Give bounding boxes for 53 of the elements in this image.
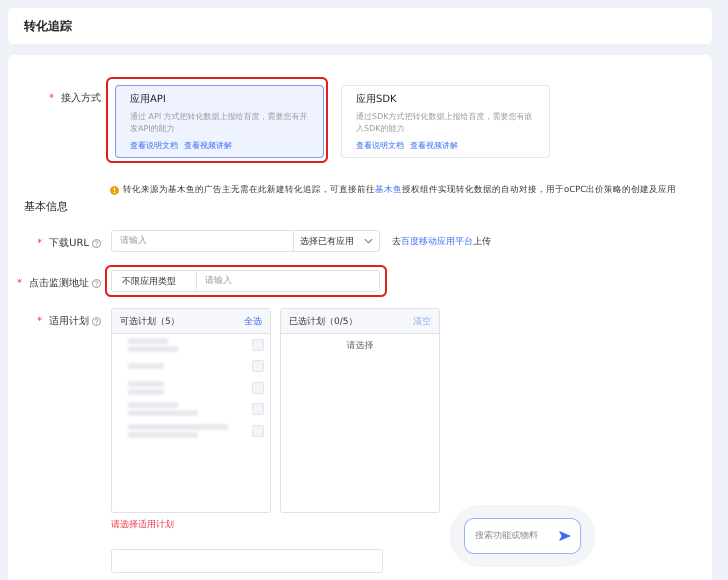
field-label: 下载URL [49, 236, 89, 250]
type-select[interactable]: 不限应用类型 [111, 270, 197, 292]
option-title: 应用API [130, 92, 167, 106]
tip-text: 转化来源为基木鱼的广告主无需在此新建转化追踪，可直接前往基木鱼授权组件实现转化数据的自动对接，用于oCPC出价策略的创建及应用 [123, 184, 676, 196]
warning-icon [110, 186, 119, 194]
option-description: 通过 API 方式把转化数据上报给百度，需要您有开发API的能力 [130, 111, 309, 135]
upload-note: 去百度移动应用平台上传 [392, 236, 491, 248]
blurred-text [128, 410, 198, 416]
page-title: 转化追踪 [24, 18, 72, 34]
option-card[interactable]: 应用SDK 通过SDK方式把转化数据上报给百度，需要您有嵌入SDK的能力 查看说明文档 查看视频讲解 [341, 85, 550, 158]
required-asterisk: * [37, 238, 42, 248]
link[interactable]: 基木鱼 [375, 185, 402, 195]
section-title: 基本信息 [24, 199, 69, 214]
panel-title: 可选计划（5） [120, 316, 180, 328]
help-icon[interactable] [92, 316, 101, 326]
blurred-text [128, 402, 178, 408]
input-field[interactable] [111, 549, 383, 573]
chevron-down-icon [364, 238, 373, 244]
link[interactable]: 查看说明文档 [130, 140, 178, 151]
blurred-text [128, 346, 178, 352]
required-asterisk: * [49, 92, 54, 104]
blurred-text [128, 338, 168, 344]
empty-hint: 请选择 [346, 340, 374, 352]
checkbox[interactable] [252, 338, 264, 351]
link[interactable]: 百度移动应用平台 [401, 236, 473, 246]
option-card[interactable]: 应用API 通过 API 方式把转化数据上报给百度，需要您有开发API的能力 查看说明文档 查看视频讲解 [115, 85, 324, 158]
panel-title: 已选计划（0/5） [289, 316, 358, 328]
checkbox[interactable] [252, 424, 264, 437]
checkbox[interactable] [252, 382, 264, 394]
blurred-text [128, 380, 164, 387]
error-message: 请选择适用计划 [111, 518, 175, 531]
field-label: 点击监测地址 [29, 276, 89, 290]
select-all-link[interactable]: 全选 [244, 314, 262, 328]
help-icon[interactable] [92, 238, 101, 248]
checkbox[interactable] [252, 360, 264, 372]
field-label: 适用计划 [49, 314, 89, 328]
option-title: 应用SDK [356, 92, 398, 106]
send-icon[interactable] [558, 530, 572, 542]
required-asterisk: * [37, 316, 42, 326]
link[interactable]: 查看视频讲解 [184, 140, 232, 151]
url-input[interactable]: 请输入 [111, 230, 294, 252]
help-icon[interactable] [92, 278, 101, 288]
app-select[interactable]: 选择已有应用 [294, 230, 380, 252]
checkbox[interactable] [252, 403, 264, 416]
link[interactable]: 查看视频讲解 [410, 140, 458, 151]
monitor-url-input[interactable]: 请输入 [197, 270, 380, 292]
blurred-text [128, 388, 164, 395]
link[interactable]: 查看说明文档 [356, 140, 404, 151]
option-description: 通过SDK方式把转化数据上报给百度，需要您有嵌入SDK的能力 [356, 111, 534, 135]
required-asterisk: * [17, 278, 22, 288]
blurred-text [128, 363, 164, 370]
blurred-text [128, 432, 198, 438]
field-label: 接入方式 [61, 92, 101, 105]
